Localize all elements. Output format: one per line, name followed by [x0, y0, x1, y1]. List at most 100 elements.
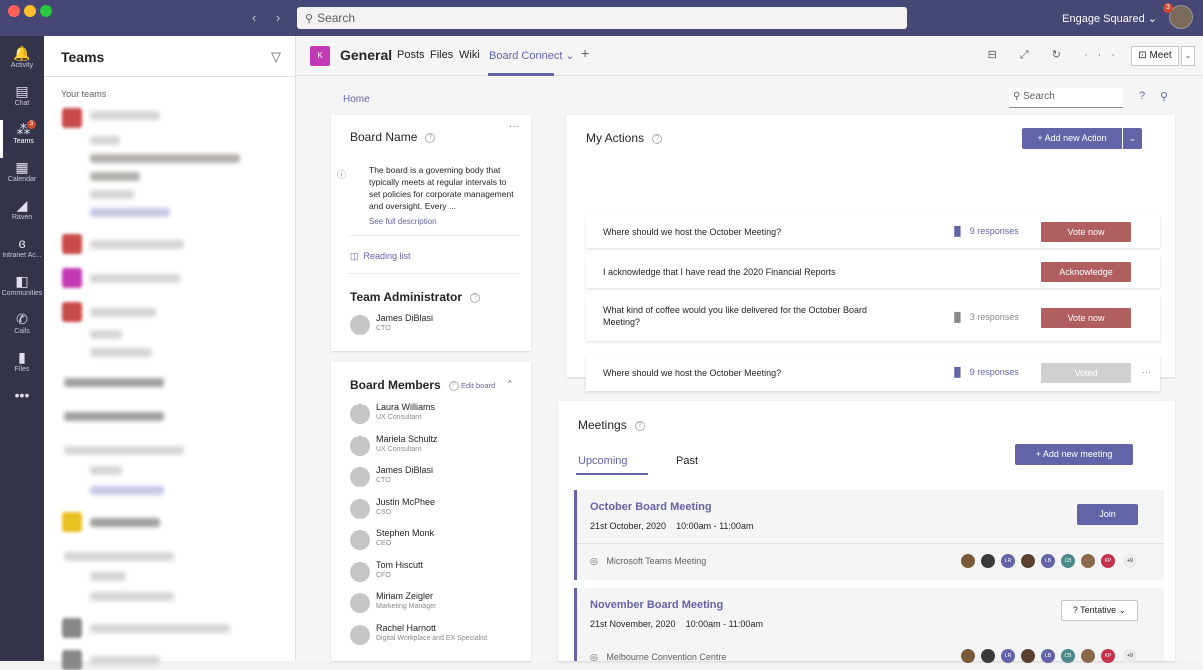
- meeting-title[interactable]: October Board Meeting: [590, 501, 712, 513]
- rail-item-files[interactable]: ▮ Files: [0, 348, 44, 386]
- rail-item-calls[interactable]: ✆ Calls: [0, 310, 44, 348]
- team-avatar[interactable]: [62, 302, 82, 322]
- channel-item[interactable]: [90, 348, 152, 357]
- meeting-title[interactable]: November Board Meeting: [590, 599, 723, 611]
- rail-item-more[interactable]: •••: [0, 386, 44, 424]
- channel-item[interactable]: [90, 592, 174, 601]
- team-item[interactable]: [90, 240, 184, 249]
- team-item[interactable]: [64, 552, 174, 561]
- meet-button[interactable]: ⊡ Meet: [1131, 46, 1179, 66]
- help-icon[interactable]: ?: [1139, 90, 1145, 102]
- voted-button[interactable]: Voted: [1041, 363, 1131, 383]
- channel-item[interactable]: [90, 486, 164, 495]
- tab-files[interactable]: Files: [430, 49, 453, 61]
- add-tab-button[interactable]: +: [581, 45, 589, 61]
- channel-item[interactable]: [90, 172, 140, 181]
- responses-link[interactable]: ▐▌ 9 responses: [951, 226, 1019, 236]
- team-item[interactable]: [64, 412, 164, 421]
- location-pin-icon: ◎: [590, 556, 601, 566]
- info-icon[interactable]: ?: [425, 132, 436, 143]
- info-icon[interactable]: ?: [634, 420, 645, 431]
- team-avatar[interactable]: [62, 650, 82, 670]
- team-avatar[interactable]: [62, 234, 82, 254]
- team-avatar[interactable]: [62, 618, 82, 638]
- responses-link[interactable]: ▐▌ 3 responses: [951, 312, 1019, 322]
- back-forward-arrows[interactable]: ‹ ›: [252, 10, 288, 25]
- acknowledge-button[interactable]: Acknowledge: [1041, 261, 1131, 282]
- team-item[interactable]: [64, 446, 184, 455]
- rail-item-activity[interactable]: 🔔 Activity: [0, 44, 44, 82]
- team-item[interactable]: [90, 624, 230, 633]
- search-input[interactable]: ⚲ Search: [297, 7, 907, 29]
- team-item[interactable]: [90, 308, 156, 317]
- team-item[interactable]: [64, 378, 164, 387]
- info-icon[interactable]: ?: [470, 292, 481, 303]
- rail-item-raven[interactable]: ◢ Raven: [0, 196, 44, 234]
- org-switcher[interactable]: Engage Squared ⌄: [1062, 12, 1157, 25]
- team-avatar[interactable]: [62, 108, 82, 128]
- reading-list-link[interactable]: ◫ Reading list: [350, 251, 411, 262]
- edit-board-link[interactable]: Edit board: [461, 381, 495, 390]
- channel-item[interactable]: [90, 190, 134, 199]
- responses-link[interactable]: ▐▌ 9 responses: [951, 367, 1019, 377]
- rail-item-communities[interactable]: ◧ Communities: [0, 272, 44, 310]
- team-item[interactable]: [90, 518, 160, 527]
- vote-now-button[interactable]: Vote now: [1041, 221, 1131, 242]
- add-action-dropdown-button[interactable]: ⌄: [1123, 128, 1142, 149]
- maximize-window-button[interactable]: [40, 5, 52, 17]
- minimize-window-button[interactable]: [24, 5, 36, 17]
- attendee-avatar[interactable]: [1021, 554, 1035, 568]
- tab-past[interactable]: Past: [676, 455, 698, 467]
- attendee-avatar[interactable]: KP: [1101, 554, 1115, 568]
- team-avatar[interactable]: [62, 268, 82, 288]
- member-name: Justin McPhee: [376, 496, 436, 507]
- more-options-icon[interactable]: ···: [509, 121, 519, 132]
- header-actions-icons[interactable]: ⊟ ⤢ ↻ ···: [988, 48, 1125, 62]
- add-new-meeting-button[interactable]: + Add new meeting: [1015, 444, 1133, 465]
- channel-item[interactable]: [90, 466, 122, 475]
- people-icon[interactable]: ⚲: [1160, 90, 1168, 103]
- attendee-avatar[interactable]: LR: [1001, 554, 1015, 568]
- attendee-avatar[interactable]: [1081, 554, 1095, 568]
- rail-item-intranet-ac[interactable]: ɞ Intranet Ac...: [0, 234, 44, 272]
- meeting-item[interactable]: October Board Meeting 21st October, 2020 1…: [574, 490, 1164, 580]
- info-icon[interactable]: ?: [448, 380, 459, 391]
- meetings-heading: Meetings?: [578, 418, 645, 432]
- tentative-rsvp-button[interactable]: ? Tentative ⌄: [1061, 600, 1138, 621]
- channel-item[interactable]: [90, 330, 122, 339]
- team-avatar[interactable]: [62, 512, 82, 532]
- info-icon[interactable]: ?: [652, 133, 663, 144]
- app-search-input[interactable]: ⚲ Search: [1009, 88, 1123, 108]
- attendee-avatar[interactable]: [961, 554, 975, 568]
- rail-item-teams[interactable]: ⁂ Teams 3: [0, 120, 44, 158]
- tab-posts[interactable]: Posts: [397, 49, 425, 61]
- tab-wiki[interactable]: Wiki: [459, 49, 480, 61]
- vote-now-button[interactable]: Vote now: [1041, 308, 1131, 328]
- join-button[interactable]: Join: [1077, 504, 1138, 525]
- filter-icon[interactable]: ▽: [271, 49, 281, 65]
- tab-upcoming[interactable]: Upcoming: [578, 455, 628, 467]
- more-options-icon[interactable]: ···: [1142, 367, 1151, 377]
- meet-dropdown-button[interactable]: ⌄: [1181, 46, 1195, 66]
- rail-item-calendar[interactable]: ▦ Calendar: [0, 158, 44, 196]
- tab-board-connect[interactable]: Board Connect ⌄: [489, 49, 575, 62]
- attendee-avatar[interactable]: [981, 554, 995, 568]
- channel-item[interactable]: [90, 136, 120, 145]
- rail-item-chat[interactable]: ▤ Chat: [0, 82, 44, 120]
- channel-item[interactable]: [90, 572, 126, 581]
- close-window-button[interactable]: [8, 5, 20, 17]
- channel-item[interactable]: [90, 154, 240, 163]
- see-full-description-link[interactable]: See full description: [369, 217, 437, 226]
- meeting-item[interactable]: November Board Meeting 21st November, 202…: [574, 588, 1164, 663]
- team-item[interactable]: [90, 111, 160, 120]
- more-attendees-count[interactable]: +9: [1123, 554, 1137, 568]
- channel-item[interactable]: [90, 208, 170, 217]
- team-item[interactable]: [90, 274, 180, 283]
- collapse-chevron-icon[interactable]: ^: [508, 379, 512, 388]
- add-new-action-button[interactable]: + Add new Action: [1022, 128, 1122, 149]
- breadcrumb-home[interactable]: Home: [343, 94, 370, 105]
- action-text: Where should we host the October Meeting…: [603, 368, 782, 378]
- team-admin-heading: Team Administrator?: [350, 290, 481, 304]
- attendee-avatar[interactable]: LB: [1041, 554, 1055, 568]
- attendee-avatar[interactable]: CB: [1061, 554, 1075, 568]
